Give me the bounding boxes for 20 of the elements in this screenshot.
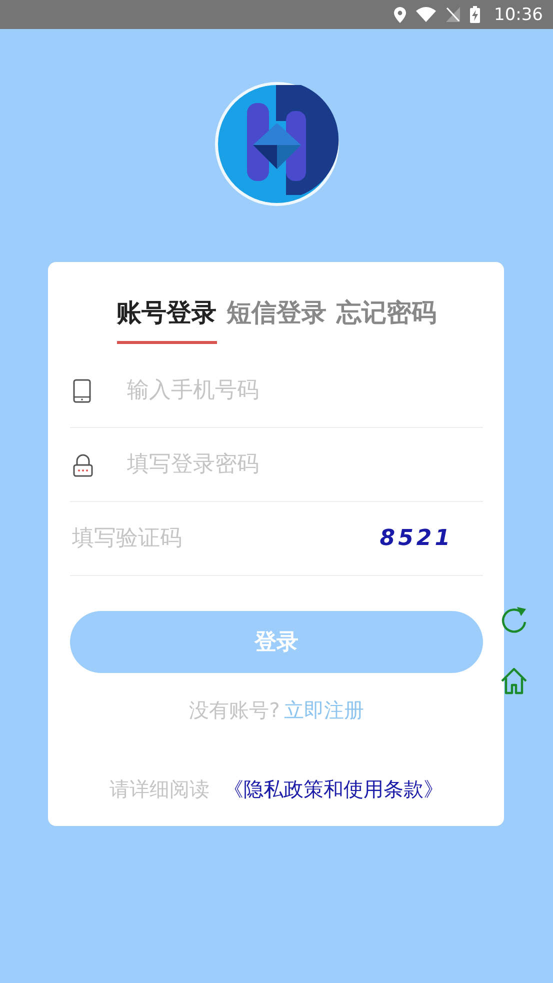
privacy-terms-link[interactable]: 《隐私政策和使用条款》 (224, 776, 444, 803)
phone-input[interactable]: 输入手机号码 (125, 377, 483, 404)
home-icon[interactable] (499, 666, 529, 696)
refresh-icon[interactable] (500, 604, 528, 636)
tab[interactable]: 账号登录 (116, 296, 216, 344)
captcha-input[interactable]: 填写验证码 (70, 525, 380, 552)
lock-icon (73, 452, 93, 476)
wifi-icon (416, 7, 436, 22)
password-input[interactable]: 填写登录密码 (125, 451, 483, 478)
register-link[interactable]: 立即注册 (284, 697, 364, 724)
captcha-code[interactable]: 8521 (380, 526, 453, 551)
terms-prompt: 请详细阅读 (110, 776, 210, 803)
location-icon (394, 6, 406, 22)
status-time: 10:36 (494, 4, 543, 24)
tab[interactable]: 短信登录 (226, 296, 326, 344)
tab[interactable]: 忘记密码 (336, 296, 436, 344)
battery-charging-icon (470, 6, 480, 23)
phone-icon (73, 378, 91, 402)
register-prompt: 没有账号? (189, 697, 280, 724)
no-signal-icon (446, 7, 460, 22)
